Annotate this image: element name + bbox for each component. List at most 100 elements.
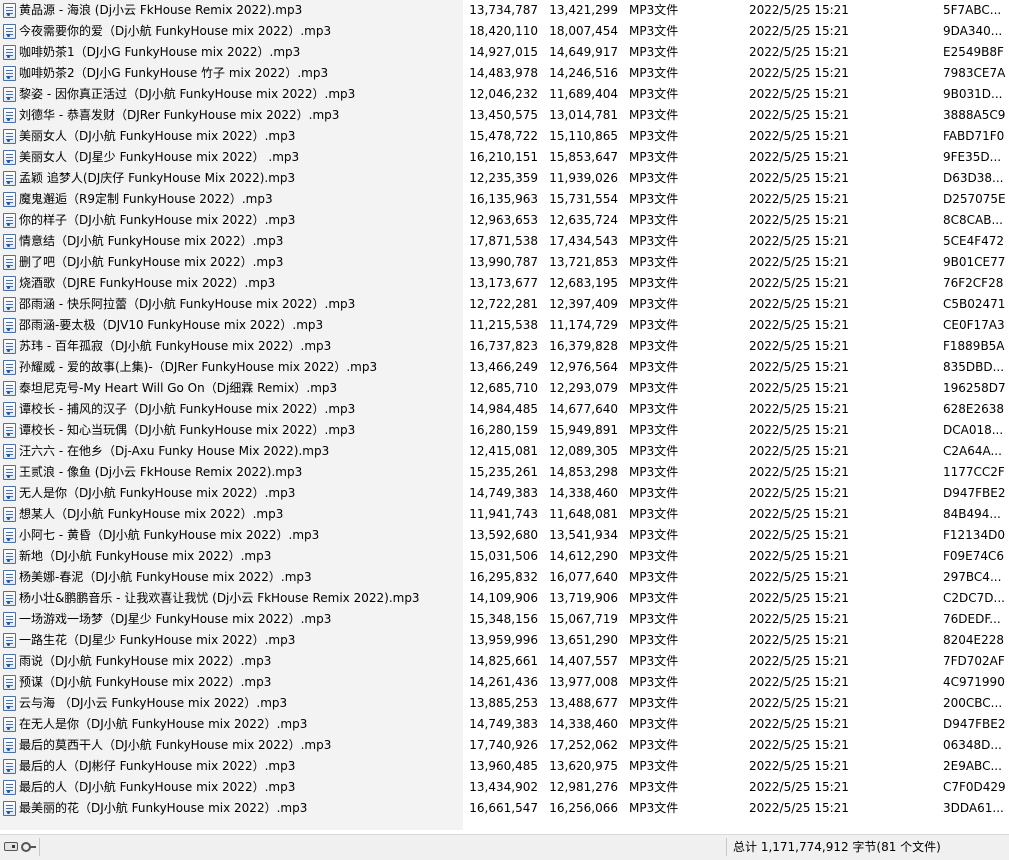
file-row[interactable]: 最后的人（DJ小航 FunkyHouse mix 2022）.mp3 13,434… [0, 777, 1009, 798]
file-row[interactable]: 美丽女人（DJ小航 FunkyHouse mix 2022）.mp3 15,478… [0, 126, 1009, 147]
file-row[interactable]: 咖啡奶茶2（DJ小G FunkyHouse 竹子 mix 2022）.mp3 14… [0, 63, 1009, 84]
file-row[interactable]: 最后的人（DJ彬仔 FunkyHouse mix 2022）.mp3 13,960… [0, 756, 1009, 777]
file-name: 王贰浪 - 像鱼 (Dj小云 FkHouse Remix 2022).mp3 [19, 465, 303, 479]
file-packed-size: 13,977,008 [549, 675, 618, 689]
file-size: 17,871,538 [469, 234, 538, 248]
file-row[interactable]: 苏玮 - 百年孤寂（DJ小航 FunkyHouse mix 2022）.mp3 1… [0, 336, 1009, 357]
file-row[interactable]: 烧酒歌（DJRE FunkyHouse mix 2022）.mp3 13,173,… [0, 273, 1009, 294]
file-size: 15,348,156 [469, 612, 538, 626]
file-name: 美丽女人（DJ小航 FunkyHouse mix 2022）.mp3 [19, 129, 296, 143]
file-icon-cell [2, 504, 18, 525]
file-row[interactable]: 预谋（DJ小航 FunkyHouse mix 2022）.mp3 14,261,4… [0, 672, 1009, 693]
file-row[interactable]: 谭校长 - 知心当玩偶（DJ小航 FunkyHouse mix 2022）.mp… [0, 420, 1009, 441]
file-name: 预谋（DJ小航 FunkyHouse mix 2022）.mp3 [19, 675, 272, 689]
file-size: 13,734,787 [469, 3, 538, 17]
mp3-file-icon [3, 612, 16, 627]
key-icon[interactable] [21, 842, 36, 852]
file-icon-cell [2, 210, 18, 231]
file-row[interactable]: 咖啡奶茶1（DJ小G FunkyHouse mix 2022）.mp3 14,92… [0, 42, 1009, 63]
file-icon-cell [2, 42, 18, 63]
file-modified: 2022/5/25 15:21 [749, 171, 849, 185]
file-row[interactable]: 泰坦尼克号-My Heart Will Go On（Dj细霖 Remix）.mp… [0, 378, 1009, 399]
file-row[interactable]: 孙耀威 - 爱的故事(上集)-（DJRer FunkyHouse mix 202… [0, 357, 1009, 378]
file-crc: D257075E [943, 192, 1006, 206]
file-row[interactable]: 在无人是你（DJ小航 FunkyHouse mix 2022）.mp3 14,74… [0, 714, 1009, 735]
file-row[interactable]: 无人是你（DJ小航 FunkyHouse mix 2022）.mp3 14,749… [0, 483, 1009, 504]
file-row[interactable]: 汪六六 - 在他乡（Dj-Axu Funky House Mix 2022).m… [0, 441, 1009, 462]
file-name: 刘德华 - 恭喜发财（DJRer FunkyHouse mix 2022）.mp… [19, 108, 340, 122]
file-name: 在无人是你（DJ小航 FunkyHouse mix 2022）.mp3 [19, 717, 308, 731]
file-size: 14,749,383 [469, 717, 538, 731]
file-name: 最后的人（DJ彬仔 FunkyHouse mix 2022）.mp3 [19, 759, 296, 773]
file-type: MP3文件 [629, 675, 679, 689]
file-packed-size: 14,612,290 [549, 549, 618, 563]
file-row[interactable]: 最后的莫西干人（DJ小航 FunkyHouse mix 2022）.mp3 17,… [0, 735, 1009, 756]
file-row[interactable]: 魔鬼邂逅（R9定制 FunkyHouse 2022）.mp3 16,135,963… [0, 189, 1009, 210]
drive-icon[interactable] [4, 842, 18, 851]
file-size: 14,984,485 [469, 402, 538, 416]
file-row[interactable]: 想某人（DJ小航 FunkyHouse mix 2022）.mp3 11,941,… [0, 504, 1009, 525]
mp3-file-icon [3, 696, 16, 711]
file-packed-size: 16,077,640 [549, 570, 618, 584]
file-type: MP3文件 [629, 3, 679, 17]
file-name: 黎姿 - 因你真正活过（DJ小航 FunkyHouse mix 2022）.mp… [19, 87, 356, 101]
file-modified: 2022/5/25 15:21 [749, 3, 849, 17]
file-name: 雨说（DJ小航 FunkyHouse mix 2022）.mp3 [19, 654, 272, 668]
file-crc: DCA018... [943, 423, 1004, 437]
mp3-file-icon [3, 150, 16, 165]
file-packed-size: 14,246,516 [549, 66, 618, 80]
file-size: 12,963,653 [469, 213, 538, 227]
file-size: 13,885,253 [469, 696, 538, 710]
file-row[interactable]: 雨说（DJ小航 FunkyHouse mix 2022）.mp3 14,825,6… [0, 651, 1009, 672]
file-row[interactable]: 删了吧（DJ小航 FunkyHouse mix 2022）.mp3 13,990,… [0, 252, 1009, 273]
file-modified: 2022/5/25 15:21 [749, 402, 849, 416]
file-size: 14,261,436 [469, 675, 538, 689]
file-packed-size: 14,853,298 [549, 465, 618, 479]
file-crc: F12134D0 [943, 528, 1005, 542]
mp3-file-icon [3, 381, 16, 396]
file-modified: 2022/5/25 15:21 [749, 192, 849, 206]
file-size: 16,661,547 [469, 801, 538, 815]
file-type: MP3文件 [629, 276, 679, 290]
file-row[interactable]: 小阿七 - 黄昏（DJ小航 FunkyHouse mix 2022）.mp3 13… [0, 525, 1009, 546]
file-row[interactable]: 最美丽的花（DJ小航 FunkyHouse mix 2022）.mp3 16,66… [0, 798, 1009, 819]
file-crc: C2DC7D... [943, 591, 1005, 605]
file-crc: 2E9ABC... [943, 759, 1002, 773]
file-row[interactable]: 美丽女人（DJ星少 FunkyHouse mix 2022） .mp3 16,21… [0, 147, 1009, 168]
file-row[interactable]: 你的样子（DJ小航 FunkyHouse mix 2022）.mp3 12,963… [0, 210, 1009, 231]
file-row[interactable]: 孟颖 追梦人(DJ庆仔 FunkyHouse Mix 2022).mp3 12,2… [0, 168, 1009, 189]
file-crc: 76DEDF... [943, 612, 1001, 626]
file-row[interactable]: 黎姿 - 因你真正活过（DJ小航 FunkyHouse mix 2022）.mp… [0, 84, 1009, 105]
file-row[interactable]: 王贰浪 - 像鱼 (Dj小云 FkHouse Remix 2022).mp3 15… [0, 462, 1009, 483]
file-row[interactable]: 今夜需要你的爱（Dj小航 FunkyHouse mix 2022）.mp3 18,… [0, 21, 1009, 42]
file-icon-cell [2, 735, 18, 756]
file-row[interactable]: 邵雨涵 - 快乐阿拉蕾（DJ小航 FunkyHouse mix 2022）.mp… [0, 294, 1009, 315]
file-row[interactable]: 一场游戏一场梦（DJ星少 FunkyHouse mix 2022）.mp3 15,… [0, 609, 1009, 630]
file-row[interactable]: 杨小壮&鹏鹏音乐 - 让我欢喜让我忧 (Dj小云 FkHouse Remix 2… [0, 588, 1009, 609]
file-row[interactable]: 黄品源 - 海浪 (Dj小云 FkHouse Remix 2022).mp3 13… [0, 0, 1009, 21]
file-row[interactable]: 刘德华 - 恭喜发财（DJRer FunkyHouse mix 2022）.mp… [0, 105, 1009, 126]
file-crc: C2A64A... [943, 444, 1002, 458]
file-packed-size: 13,721,853 [549, 255, 618, 269]
file-row[interactable]: 云与海 （DJ小云 FunkyHouse mix 2022）.mp3 13,885… [0, 693, 1009, 714]
file-modified: 2022/5/25 15:21 [749, 234, 849, 248]
file-icon-cell [2, 399, 18, 420]
file-type: MP3文件 [629, 444, 679, 458]
file-packed-size: 11,174,729 [549, 318, 618, 332]
file-packed-size: 13,651,290 [549, 633, 618, 647]
file-row[interactable]: 一路生花（DJ星少 FunkyHouse mix 2022）.mp3 13,959… [0, 630, 1009, 651]
file-modified: 2022/5/25 15:21 [749, 780, 849, 794]
file-name: 咖啡奶茶2（DJ小G FunkyHouse 竹子 mix 2022）.mp3 [19, 66, 329, 80]
file-row[interactable]: 新地（DJ小航 FunkyHouse mix 2022）.mp3 15,031,5… [0, 546, 1009, 567]
file-modified: 2022/5/25 15:21 [749, 738, 849, 752]
file-modified: 2022/5/25 15:21 [749, 45, 849, 59]
file-icon-cell [2, 63, 18, 84]
file-row[interactable]: 谭校长 - 捕风的汉子（DJ小航 FunkyHouse mix 2022）.mp… [0, 399, 1009, 420]
file-row[interactable]: 邵雨涵-要太极（DJV10 FunkyHouse mix 2022）.mp3 11… [0, 315, 1009, 336]
file-row[interactable]: 杨美娜-春泥（DJ小航 FunkyHouse mix 2022）.mp3 16,2… [0, 567, 1009, 588]
file-type: MP3文件 [629, 402, 679, 416]
file-name: 苏玮 - 百年孤寂（DJ小航 FunkyHouse mix 2022）.mp3 [19, 339, 332, 353]
file-row[interactable]: 情意结（DJ小航 FunkyHouse mix 2022）.mp3 17,871,… [0, 231, 1009, 252]
file-size: 12,415,081 [469, 444, 538, 458]
file-icon-cell [2, 693, 18, 714]
